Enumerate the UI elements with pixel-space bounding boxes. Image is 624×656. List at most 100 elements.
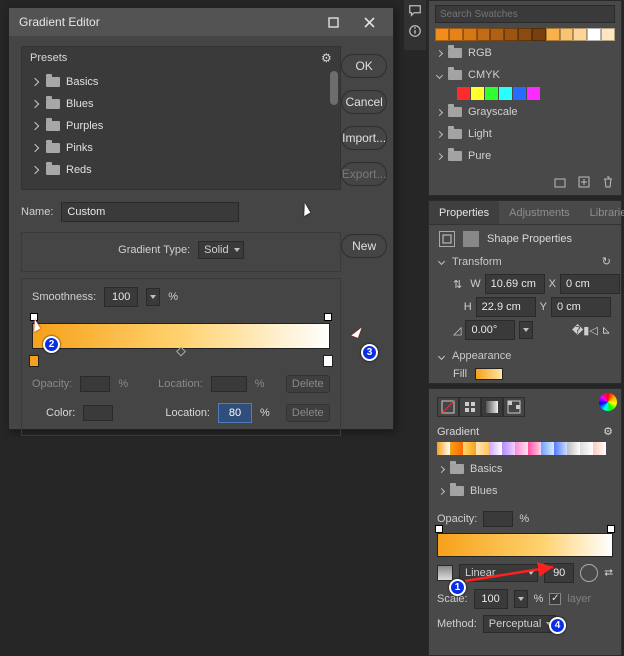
swatch[interactable] (435, 28, 449, 41)
dialog-titlebar[interactable]: Gradient Editor (9, 8, 393, 36)
fill-swatch[interactable] (475, 368, 503, 380)
swatch-folder-light[interactable]: Light (435, 124, 615, 144)
gradient-fill-icon[interactable] (481, 397, 503, 417)
angle-dial[interactable] (580, 564, 598, 582)
angle-dropdown[interactable] (519, 321, 533, 339)
ok-button[interactable]: OK (341, 54, 388, 78)
gradient-preset[interactable] (580, 442, 593, 455)
preset-folder-list[interactable]: Basics Blues Purples Pinks Reds (22, 69, 340, 189)
align-with-layer-checkbox[interactable] (549, 593, 561, 605)
swatch[interactable] (546, 28, 560, 41)
width-input[interactable] (485, 274, 545, 294)
opacity-stop-right[interactable] (324, 313, 332, 321)
gradient-bar[interactable] (32, 323, 330, 349)
method-dropdown[interactable]: Perceptual (483, 615, 557, 633)
export-swatch-icon[interactable] (553, 175, 567, 192)
gradient-preset[interactable] (463, 442, 476, 455)
swatch[interactable] (587, 28, 601, 41)
gradient-preset[interactable] (593, 442, 606, 455)
color-delete-button[interactable]: Delete (286, 404, 330, 422)
preset-folder[interactable]: Reds (26, 159, 340, 181)
panel-opacity-stop-left[interactable] (435, 525, 443, 533)
gradient-preset[interactable] (528, 442, 541, 455)
preset-folder[interactable]: Basics (26, 71, 340, 93)
link-wh-icon[interactable]: ⇅ (453, 278, 462, 291)
preset-folder[interactable]: Blues (26, 93, 340, 115)
height-input[interactable] (476, 297, 536, 317)
gradient-preset[interactable] (502, 442, 515, 455)
swatch[interactable] (527, 87, 540, 100)
new-swatch-icon[interactable] (577, 175, 591, 192)
gradient-rail[interactable] (32, 313, 330, 365)
gradient-folder-basics[interactable]: Basics (437, 459, 613, 479)
search-swatches-input[interactable] (435, 5, 615, 23)
swatch-folder-rgb[interactable]: RGB (435, 43, 615, 63)
pattern-fill-icon[interactable] (503, 397, 525, 417)
swatch[interactable] (499, 87, 512, 100)
flip-h-icon[interactable]: �▮◁ (572, 324, 598, 337)
swatch[interactable] (573, 28, 587, 41)
gear-icon[interactable]: ⚙︎ (321, 51, 332, 65)
swatch[interactable] (490, 28, 504, 41)
tab-adjustments[interactable]: Adjustments (499, 201, 580, 224)
reverse-gradient-icon[interactable]: ⮂ (604, 567, 613, 580)
transform-section-header[interactable]: Transform↻ (439, 255, 611, 268)
window-close-icon[interactable] (351, 12, 387, 32)
swatch[interactable] (601, 28, 615, 41)
tab-properties[interactable]: Properties (429, 201, 499, 224)
panel-opacity-stop-right[interactable] (607, 525, 615, 533)
gradient-type-swatch[interactable] (437, 565, 453, 581)
swatch[interactable] (485, 87, 498, 100)
cancel-button[interactable]: Cancel (341, 90, 388, 114)
gradient-preset[interactable] (554, 442, 567, 455)
y-input[interactable] (551, 297, 611, 317)
scale-input[interactable] (474, 589, 508, 609)
swatch[interactable] (449, 28, 463, 41)
panel-gradient-bar[interactable] (437, 533, 613, 557)
gradient-type-dropdown[interactable]: Solid (198, 241, 243, 259)
gear-icon[interactable]: ⚙︎ (603, 425, 613, 438)
import-button[interactable]: Import... (341, 126, 388, 150)
gradient-name-input[interactable] (61, 202, 239, 222)
preset-scrollbar[interactable] (330, 71, 338, 105)
swatch[interactable] (463, 28, 477, 41)
scale-dropdown[interactable] (514, 590, 528, 608)
swatch[interactable] (471, 87, 484, 100)
x-input[interactable] (560, 274, 620, 294)
color-swatch[interactable] (83, 405, 113, 421)
gradient-preset[interactable] (476, 442, 489, 455)
swatch[interactable] (513, 87, 526, 100)
panel-opacity-field[interactable] (483, 511, 513, 527)
appearance-section-header[interactable]: Appearance (439, 350, 611, 362)
color-stop-right[interactable] (323, 355, 333, 367)
info-icon[interactable] (408, 24, 422, 38)
swatch[interactable] (457, 87, 470, 100)
swatch[interactable] (477, 28, 491, 41)
new-button[interactable]: New (341, 234, 388, 258)
color-location-input[interactable] (218, 403, 252, 423)
preset-folder[interactable]: Pinks (26, 137, 340, 159)
smoothness-dropdown[interactable] (146, 288, 160, 306)
smoothness-input[interactable] (104, 287, 138, 307)
swatch-folder-cmyk[interactable]: CMYK (435, 65, 615, 85)
gradient-preset[interactable] (515, 442, 528, 455)
gradient-preset[interactable] (541, 442, 554, 455)
color-stop-left[interactable] (29, 355, 39, 367)
angle-input[interactable] (465, 320, 515, 340)
no-fill-icon[interactable] (437, 397, 459, 417)
swatch-folder-pure[interactable]: Pure (435, 146, 615, 166)
gradient-preset[interactable] (437, 442, 450, 455)
color-picker-icon[interactable] (599, 393, 617, 411)
swatch[interactable] (518, 28, 532, 41)
reset-icon[interactable]: ↻ (602, 255, 611, 268)
preset-folder[interactable]: Purples (26, 115, 340, 137)
trash-icon[interactable] (601, 175, 615, 192)
swatch[interactable] (532, 28, 546, 41)
gradient-preset[interactable] (450, 442, 463, 455)
window-maximize-icon[interactable] (315, 12, 351, 32)
swatch-folder-grayscale[interactable]: Grayscale (435, 102, 615, 122)
tab-libraries[interactable]: Libraries (580, 201, 624, 224)
gradient-preset[interactable] (567, 442, 580, 455)
gradient-preset[interactable] (489, 442, 502, 455)
gradient-folder-blues[interactable]: Blues (437, 481, 613, 501)
